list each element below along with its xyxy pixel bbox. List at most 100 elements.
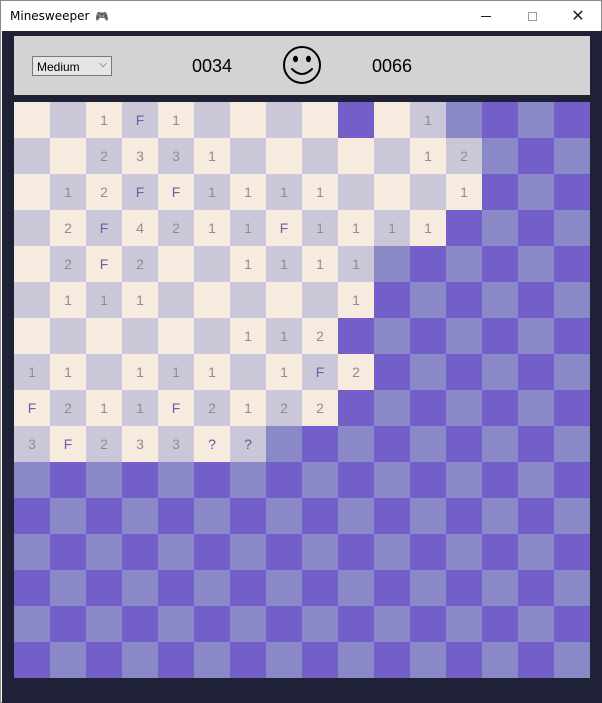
covered-cell[interactable] — [518, 462, 554, 498]
covered-cell[interactable] — [554, 462, 590, 498]
covered-cell[interactable] — [554, 570, 590, 606]
covered-cell[interactable] — [338, 498, 374, 534]
number-cell[interactable]: 2 — [86, 138, 122, 174]
number-cell[interactable]: 1 — [50, 354, 86, 390]
number-cell[interactable]: 2 — [50, 210, 86, 246]
covered-cell[interactable] — [266, 462, 302, 498]
covered-cell[interactable] — [14, 570, 50, 606]
empty-cell[interactable] — [14, 138, 50, 174]
number-cell[interactable]: 3 — [158, 138, 194, 174]
covered-cell[interactable] — [230, 570, 266, 606]
covered-cell[interactable] — [50, 498, 86, 534]
covered-cell[interactable] — [446, 210, 482, 246]
empty-cell[interactable] — [374, 102, 410, 138]
number-cell[interactable]: 1 — [374, 210, 410, 246]
flagged-cell[interactable]: F — [86, 246, 122, 282]
number-cell[interactable]: 1 — [230, 318, 266, 354]
covered-cell[interactable] — [158, 534, 194, 570]
covered-cell[interactable] — [446, 606, 482, 642]
flagged-cell[interactable]: F — [50, 426, 86, 462]
covered-cell[interactable] — [338, 570, 374, 606]
covered-cell[interactable] — [374, 246, 410, 282]
number-cell[interactable]: 1 — [230, 390, 266, 426]
covered-cell[interactable] — [554, 102, 590, 138]
covered-cell[interactable] — [518, 318, 554, 354]
covered-cell[interactable] — [518, 354, 554, 390]
covered-cell[interactable] — [122, 534, 158, 570]
covered-cell[interactable] — [446, 642, 482, 678]
number-cell[interactable]: 1 — [86, 282, 122, 318]
covered-cell[interactable] — [86, 606, 122, 642]
covered-cell[interactable] — [446, 498, 482, 534]
covered-cell[interactable] — [122, 642, 158, 678]
covered-cell[interactable] — [446, 318, 482, 354]
covered-cell[interactable] — [338, 318, 374, 354]
number-cell[interactable]: 1 — [122, 354, 158, 390]
covered-cell[interactable] — [266, 606, 302, 642]
covered-cell[interactable] — [194, 498, 230, 534]
empty-cell[interactable] — [14, 174, 50, 210]
covered-cell[interactable] — [266, 570, 302, 606]
covered-cell[interactable] — [410, 642, 446, 678]
empty-cell[interactable] — [194, 246, 230, 282]
empty-cell[interactable] — [86, 354, 122, 390]
covered-cell[interactable] — [554, 426, 590, 462]
covered-cell[interactable] — [554, 282, 590, 318]
covered-cell[interactable] — [482, 390, 518, 426]
covered-cell[interactable] — [482, 210, 518, 246]
empty-cell[interactable] — [14, 318, 50, 354]
empty-cell[interactable] — [266, 282, 302, 318]
covered-cell[interactable] — [518, 390, 554, 426]
number-cell[interactable]: 3 — [122, 138, 158, 174]
empty-cell[interactable] — [302, 282, 338, 318]
empty-cell[interactable] — [230, 354, 266, 390]
covered-cell[interactable] — [554, 318, 590, 354]
empty-cell[interactable] — [14, 282, 50, 318]
maximize-button[interactable] — [509, 1, 555, 31]
covered-cell[interactable] — [14, 642, 50, 678]
covered-cell[interactable] — [446, 390, 482, 426]
covered-cell[interactable] — [374, 534, 410, 570]
covered-cell[interactable] — [266, 498, 302, 534]
covered-cell[interactable] — [482, 354, 518, 390]
covered-cell[interactable] — [194, 642, 230, 678]
number-cell[interactable]: 1 — [50, 282, 86, 318]
covered-cell[interactable] — [266, 426, 302, 462]
number-cell[interactable]: 2 — [266, 390, 302, 426]
flagged-cell[interactable]: F — [14, 390, 50, 426]
covered-cell[interactable] — [518, 246, 554, 282]
number-cell[interactable]: 2 — [194, 390, 230, 426]
covered-cell[interactable] — [158, 462, 194, 498]
question-cell[interactable]: ? — [230, 426, 266, 462]
covered-cell[interactable] — [410, 570, 446, 606]
number-cell[interactable]: 1 — [338, 282, 374, 318]
covered-cell[interactable] — [518, 534, 554, 570]
number-cell[interactable]: 1 — [266, 318, 302, 354]
empty-cell[interactable] — [266, 102, 302, 138]
covered-cell[interactable] — [554, 534, 590, 570]
covered-cell[interactable] — [482, 246, 518, 282]
empty-cell[interactable] — [266, 138, 302, 174]
number-cell[interactable]: 1 — [50, 174, 86, 210]
number-cell[interactable]: 2 — [158, 210, 194, 246]
covered-cell[interactable] — [50, 462, 86, 498]
covered-cell[interactable] — [374, 318, 410, 354]
empty-cell[interactable] — [14, 246, 50, 282]
covered-cell[interactable] — [374, 282, 410, 318]
covered-cell[interactable] — [518, 498, 554, 534]
number-cell[interactable]: 3 — [122, 426, 158, 462]
covered-cell[interactable] — [230, 462, 266, 498]
covered-cell[interactable] — [194, 534, 230, 570]
number-cell[interactable]: 1 — [158, 102, 194, 138]
flagged-cell[interactable]: F — [122, 102, 158, 138]
covered-cell[interactable] — [482, 606, 518, 642]
covered-cell[interactable] — [446, 282, 482, 318]
covered-cell[interactable] — [410, 426, 446, 462]
covered-cell[interactable] — [482, 102, 518, 138]
number-cell[interactable]: 2 — [302, 318, 338, 354]
number-cell[interactable]: 1 — [230, 246, 266, 282]
number-cell[interactable]: 1 — [230, 174, 266, 210]
empty-cell[interactable] — [50, 138, 86, 174]
covered-cell[interactable] — [374, 462, 410, 498]
covered-cell[interactable] — [50, 570, 86, 606]
